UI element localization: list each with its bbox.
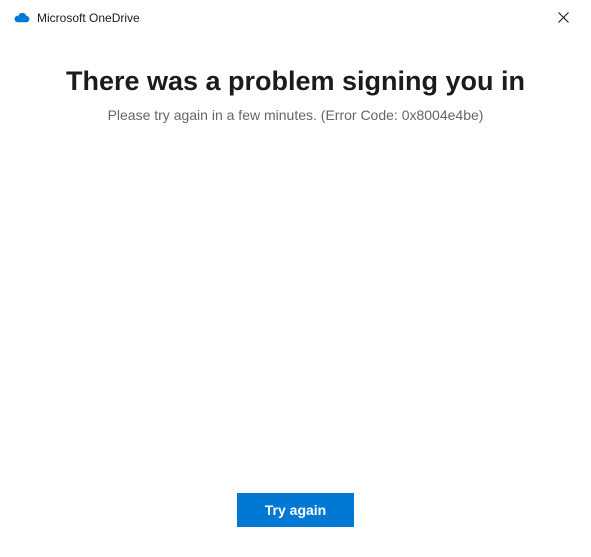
app-title: Microsoft OneDrive — [37, 11, 140, 25]
try-again-button[interactable]: Try again — [237, 493, 354, 527]
error-subtext: Please try again in a few minutes. (Erro… — [108, 107, 484, 123]
error-heading: There was a problem signing you in — [66, 66, 525, 97]
content-area: There was a problem signing you in Pleas… — [0, 36, 591, 123]
titlebar: Microsoft OneDrive — [0, 0, 591, 36]
onedrive-cloud-icon — [14, 10, 30, 26]
close-button[interactable] — [549, 4, 577, 32]
titlebar-left: Microsoft OneDrive — [14, 10, 140, 26]
footer: Try again — [0, 493, 591, 527]
close-icon — [558, 11, 569, 26]
